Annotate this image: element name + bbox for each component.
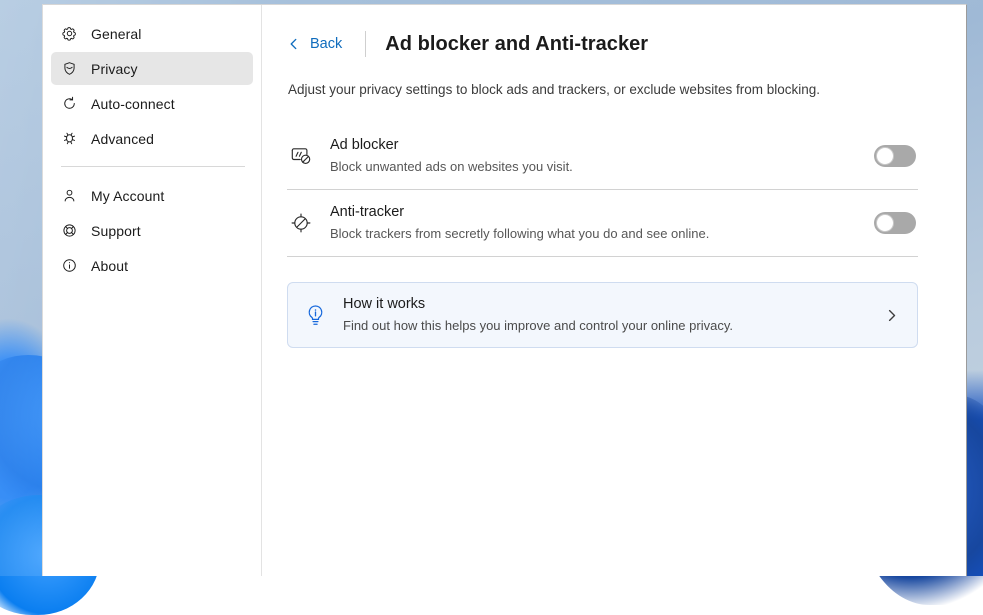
setting-description: Block unwanted ads on websites you visit… bbox=[330, 158, 874, 176]
ad-blocker-toggle[interactable] bbox=[874, 145, 916, 167]
tracker-blocked-icon bbox=[288, 210, 314, 236]
setting-text: Anti-tracker Block trackers from secretl… bbox=[330, 203, 874, 243]
sidebar-item-general[interactable]: General bbox=[51, 17, 253, 50]
settings-content-pane: Back Ad blocker and Anti-tracker Adjust … bbox=[262, 5, 966, 576]
app-window: General Privacy Auto-connect bbox=[42, 4, 967, 576]
sidebar-item-advanced[interactable]: Advanced bbox=[51, 122, 253, 155]
person-icon bbox=[61, 187, 78, 204]
gear-icon bbox=[61, 25, 78, 42]
sidebar-item-about[interactable]: About bbox=[51, 249, 253, 282]
page-header: Back Ad blocker and Anti-tracker bbox=[287, 27, 966, 61]
refresh-icon bbox=[61, 95, 78, 112]
row-divider bbox=[287, 256, 918, 257]
sidebar-navigation: General Privacy Auto-connect bbox=[43, 5, 262, 576]
back-button[interactable]: Back bbox=[287, 33, 346, 55]
sidebar-item-label: Auto-connect bbox=[91, 97, 175, 111]
sidebar-item-auto-connect[interactable]: Auto-connect bbox=[51, 87, 253, 120]
bug-gear-icon bbox=[61, 130, 78, 147]
toggle-knob bbox=[876, 147, 894, 165]
ad-blocked-icon bbox=[288, 143, 314, 169]
sidebar-item-privacy[interactable]: Privacy bbox=[51, 52, 253, 85]
how-it-works-text: How it works Find out how this helps you… bbox=[343, 295, 883, 335]
header-divider bbox=[365, 31, 366, 57]
info-icon bbox=[61, 257, 78, 274]
toggle-knob bbox=[876, 214, 894, 232]
sidebar-item-my-account[interactable]: My Account bbox=[51, 179, 253, 212]
sidebar-item-label: General bbox=[91, 27, 142, 41]
how-it-works-description: Find out how this helps you improve and … bbox=[343, 317, 883, 335]
sidebar-divider bbox=[61, 166, 245, 167]
page-title: Ad blocker and Anti-tracker bbox=[385, 33, 648, 56]
sidebar-item-label: About bbox=[91, 259, 128, 273]
lightbulb-info-icon bbox=[301, 301, 329, 329]
sidebar-item-support[interactable]: Support bbox=[51, 214, 253, 247]
support-icon bbox=[61, 222, 78, 239]
setting-row-ad-blocker: Ad blocker Block unwanted ads on website… bbox=[287, 123, 918, 189]
page-subtitle: Adjust your privacy settings to block ad… bbox=[288, 82, 966, 97]
anti-tracker-toggle[interactable] bbox=[874, 212, 916, 234]
back-button-label: Back bbox=[310, 36, 342, 52]
sidebar-item-label: Support bbox=[91, 224, 141, 238]
sidebar-item-label: Advanced bbox=[91, 132, 154, 146]
setting-description: Block trackers from secretly following w… bbox=[330, 225, 874, 243]
how-it-works-card[interactable]: How it works Find out how this helps you… bbox=[287, 282, 918, 348]
setting-row-anti-tracker: Anti-tracker Block trackers from secretl… bbox=[287, 190, 918, 256]
sidebar-item-label: Privacy bbox=[91, 62, 138, 76]
setting-title: Ad blocker bbox=[330, 136, 874, 156]
setting-title: Anti-tracker bbox=[330, 203, 874, 223]
sidebar-item-label: My Account bbox=[91, 189, 164, 203]
shield-icon bbox=[61, 60, 78, 77]
how-it-works-title: How it works bbox=[343, 295, 883, 315]
settings-list: Ad blocker Block unwanted ads on website… bbox=[287, 123, 918, 257]
chevron-left-icon bbox=[287, 37, 301, 51]
chevron-right-icon[interactable] bbox=[883, 308, 899, 323]
setting-text: Ad blocker Block unwanted ads on website… bbox=[330, 136, 874, 176]
